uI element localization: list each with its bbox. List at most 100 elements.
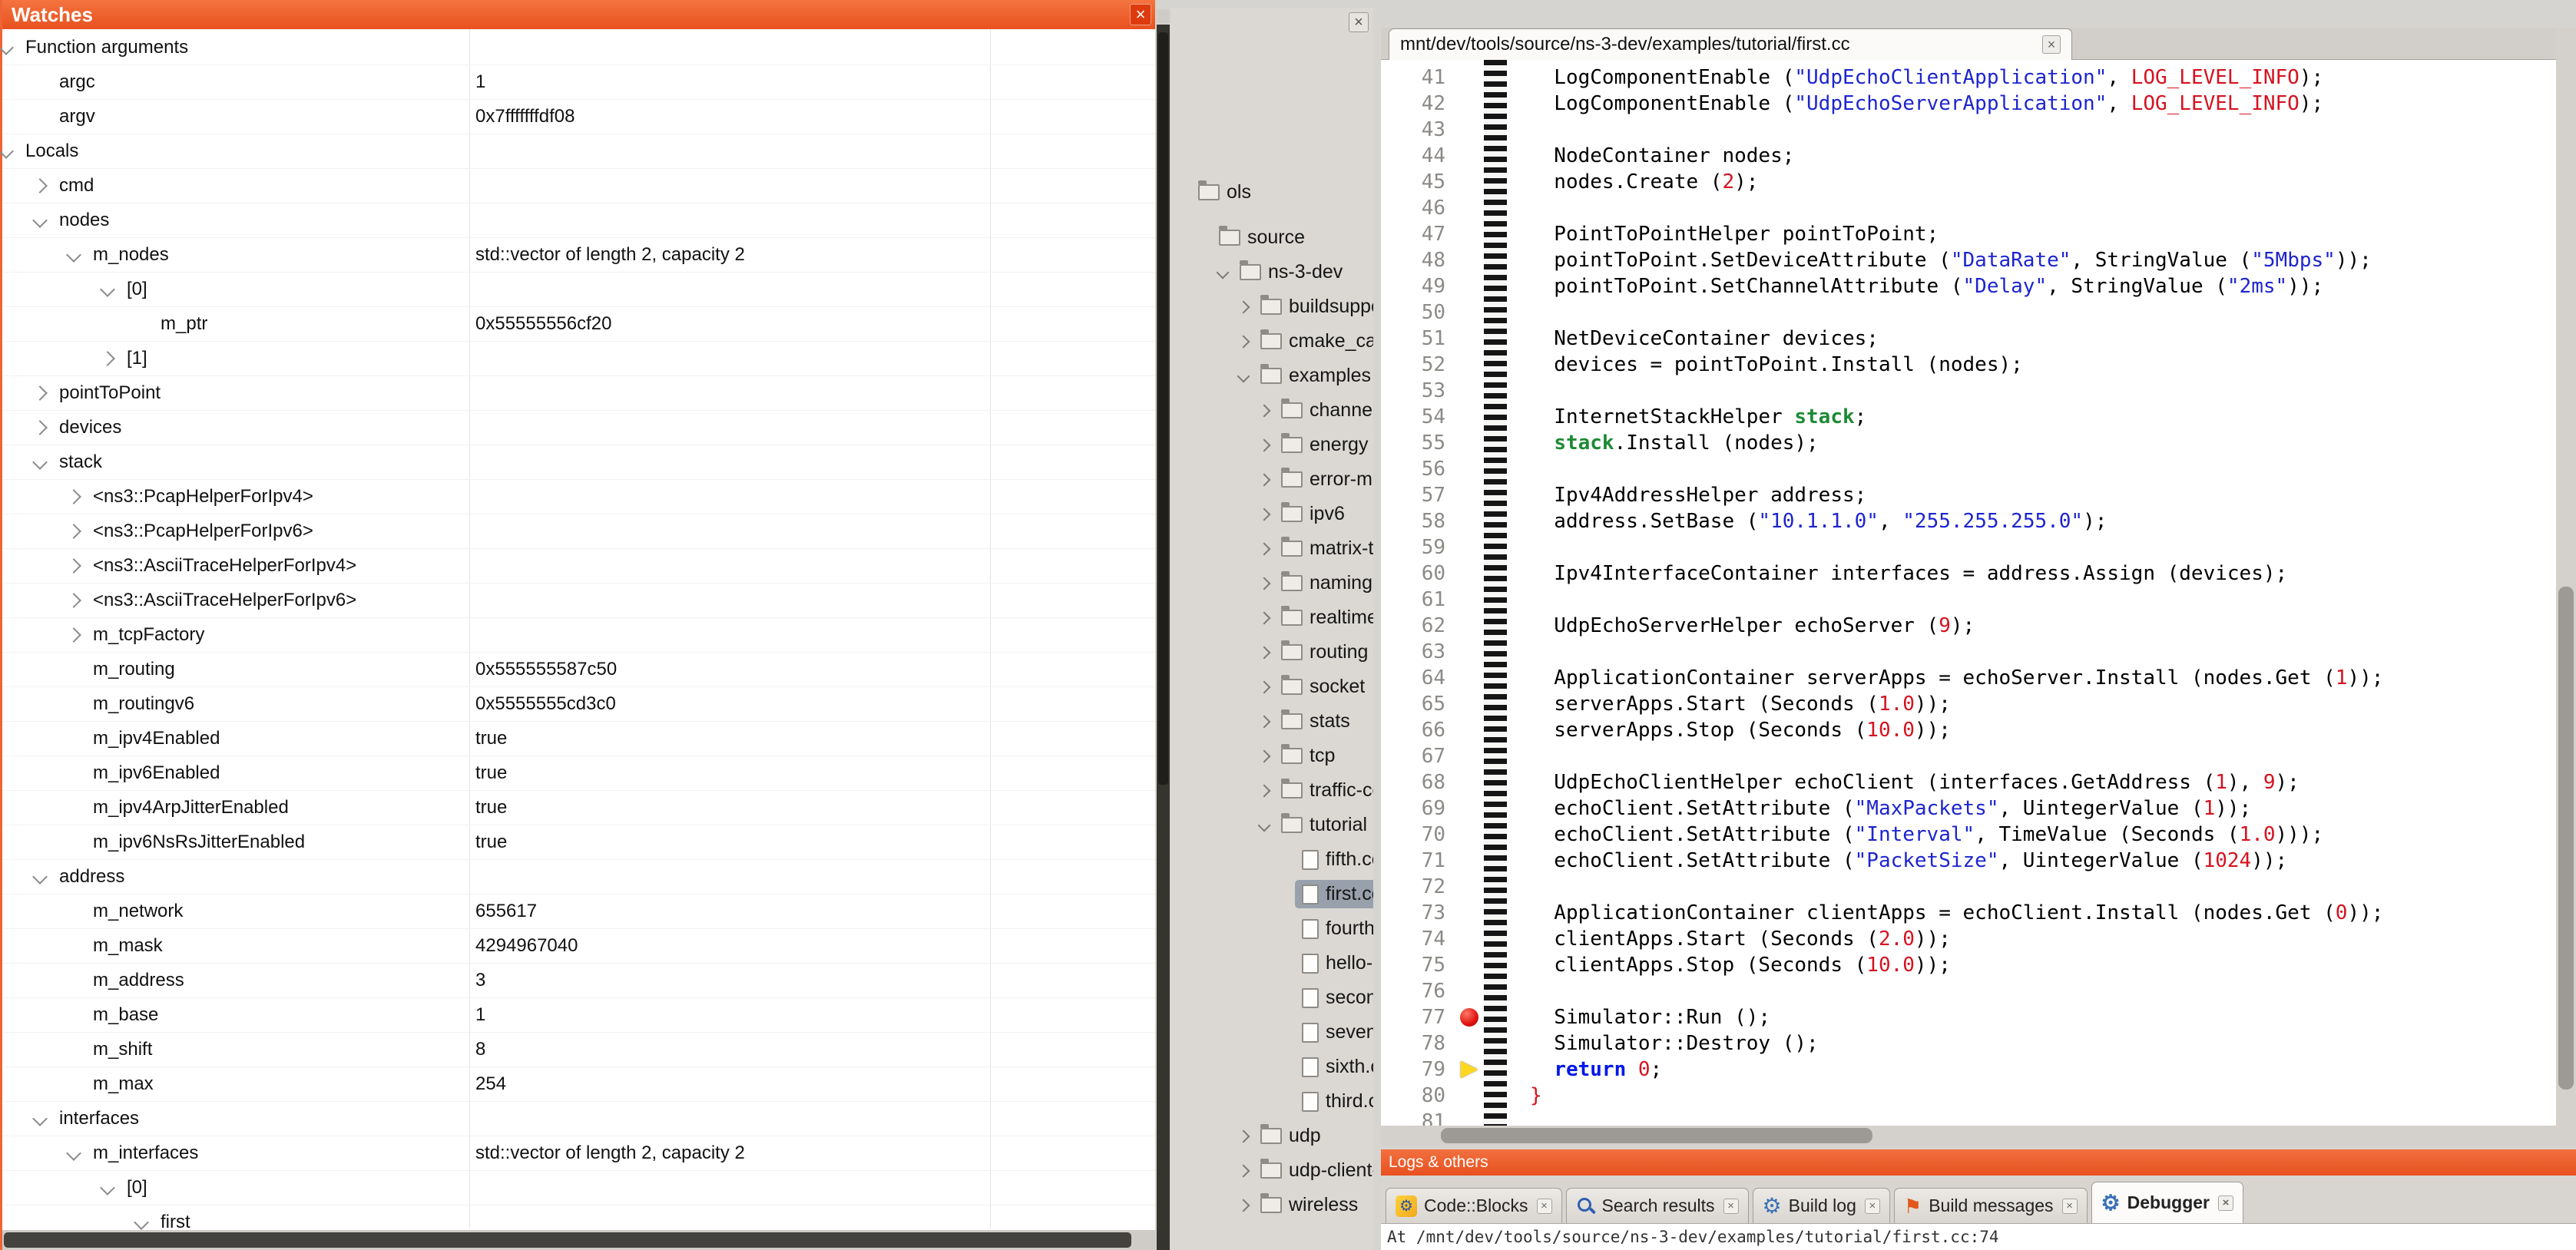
marker-margin[interactable]: [1458, 1083, 1484, 1109]
code-line[interactable]: 73 ApplicationContainer clientApps = ech…: [1381, 900, 2556, 926]
marker-margin[interactable]: [1458, 587, 1484, 613]
tree-item-tcp[interactable]: tcp: [1170, 739, 1373, 773]
marker-margin[interactable]: [1458, 195, 1484, 221]
collapse-icon[interactable]: [1217, 266, 1230, 279]
watch-row[interactable]: m_shift8: [2, 1033, 1155, 1067]
marker-margin[interactable]: [1458, 169, 1484, 195]
tree-item-examples[interactable]: examples: [1170, 359, 1373, 393]
marker-margin[interactable]: [1458, 534, 1484, 561]
watch-row[interactable]: m_base1: [2, 998, 1155, 1033]
line-number[interactable]: 64: [1381, 665, 1458, 691]
marker-margin[interactable]: [1458, 743, 1484, 769]
line-number[interactable]: 81: [1381, 1109, 1458, 1126]
line-number[interactable]: 59: [1381, 534, 1458, 561]
collapse-icon[interactable]: [32, 1111, 48, 1126]
collapse-icon[interactable]: [32, 869, 48, 885]
expand-icon[interactable]: [1258, 405, 1271, 418]
code-text[interactable]: UdpEchoServerHelper echoServer (9);: [1507, 613, 1975, 639]
line-number[interactable]: 69: [1381, 795, 1458, 822]
line-number[interactable]: 74: [1381, 926, 1458, 952]
code-text[interactable]: [1507, 117, 1530, 143]
code-text[interactable]: PointToPointHelper pointToPoint;: [1507, 221, 1939, 247]
code-text[interactable]: Simulator::Destroy ();: [1507, 1030, 1819, 1057]
code-line[interactable]: 53: [1381, 378, 2556, 404]
watch-row[interactable]: [0]: [2, 273, 1155, 307]
expand-icon[interactable]: [66, 524, 81, 539]
code-line[interactable]: 60 Ipv4InterfaceContainer interfaces = a…: [1381, 561, 2556, 587]
expand-icon[interactable]: [66, 627, 81, 643]
close-icon[interactable]: ×: [1865, 1199, 1880, 1214]
line-number[interactable]: 49: [1381, 273, 1458, 299]
close-icon[interactable]: ×: [1349, 12, 1369, 32]
line-number[interactable]: 62: [1381, 613, 1458, 639]
code-text[interactable]: address.SetBase ("10.1.1.0", "255.255.25…: [1507, 508, 2107, 534]
collapse-icon[interactable]: [0, 144, 14, 159]
line-number[interactable]: 71: [1381, 848, 1458, 874]
watch-row[interactable]: nodes: [2, 203, 1155, 238]
tree-item-buildsupport[interactable]: buildsupport: [1170, 289, 1373, 324]
watch-row[interactable]: <ns3::AsciiTraceHelperForIpv6>: [2, 584, 1155, 618]
marker-margin[interactable]: [1458, 221, 1484, 247]
close-icon[interactable]: ×: [2218, 1195, 2233, 1211]
code-text[interactable]: serverApps.Stop (Seconds (10.0));: [1507, 717, 1951, 743]
collapse-icon[interactable]: [32, 455, 48, 470]
log-tab-build-log[interactable]: ⚙Build log×: [1753, 1188, 1890, 1223]
watch-row[interactable]: m_network655617: [2, 895, 1155, 929]
code-line[interactable]: 45 nodes.Create (2);: [1381, 169, 2556, 195]
expand-icon[interactable]: [1258, 681, 1271, 694]
line-number[interactable]: 75: [1381, 952, 1458, 978]
marker-margin[interactable]: [1458, 299, 1484, 326]
code-text[interactable]: clientApps.Stop (Seconds (10.0));: [1507, 952, 1951, 978]
line-number[interactable]: 43: [1381, 117, 1458, 143]
code-line[interactable]: 44 NodeContainer nodes;: [1381, 143, 2556, 169]
marker-margin[interactable]: [1458, 613, 1484, 639]
expand-icon[interactable]: [32, 178, 48, 193]
code-line[interactable]: 66 serverApps.Stop (Seconds (10.0));: [1381, 717, 2556, 743]
line-number[interactable]: 66: [1381, 717, 1458, 743]
marker-margin[interactable]: [1458, 1057, 1484, 1083]
watch-row[interactable]: m_mask4294967040: [2, 929, 1155, 964]
watch-row[interactable]: pointToPoint: [2, 376, 1155, 411]
expand-icon[interactable]: [1258, 716, 1271, 729]
code-text[interactable]: clientApps.Start (Seconds (2.0));: [1507, 926, 1951, 952]
code-text[interactable]: nodes.Create (2);: [1507, 169, 1758, 195]
code-text[interactable]: [1507, 456, 1530, 482]
collapse-icon[interactable]: [66, 247, 81, 263]
watch-row[interactable]: m_ptr0x55555556cf20: [2, 307, 1155, 342]
code-line[interactable]: 58 address.SetBase ("10.1.1.0", "255.255…: [1381, 508, 2556, 534]
line-number[interactable]: 41: [1381, 64, 1458, 91]
code-line[interactable]: 52 devices = pointToPoint.Install (nodes…: [1381, 352, 2556, 378]
line-number[interactable]: 56: [1381, 456, 1458, 482]
scrollbar-thumb[interactable]: [1441, 1128, 1872, 1143]
code-area[interactable]: 41 LogComponentEnable ("UdpEchoClientApp…: [1381, 60, 2556, 1126]
code-text[interactable]: return 0;: [1507, 1057, 1662, 1083]
tree-item-socket[interactable]: socket: [1170, 670, 1373, 704]
tree-item-sixth-cc[interactable]: sixth.cc: [1170, 1050, 1373, 1084]
marker-margin[interactable]: [1458, 273, 1484, 299]
code-text[interactable]: ApplicationContainer serverApps = echoSe…: [1507, 665, 2383, 691]
close-icon[interactable]: ×: [1723, 1199, 1739, 1214]
line-number[interactable]: 44: [1381, 143, 1458, 169]
expand-icon[interactable]: [1258, 508, 1271, 521]
watch-row[interactable]: <ns3::PcapHelperForIpv6>: [2, 514, 1155, 549]
marker-margin[interactable]: [1458, 482, 1484, 508]
tree-item-naming[interactable]: naming: [1170, 566, 1373, 600]
code-line[interactable]: 56: [1381, 456, 2556, 482]
tree-item-energy[interactable]: energy: [1170, 428, 1373, 462]
tree-item-matrix-topol[interactable]: matrix-topol: [1170, 531, 1373, 566]
watch-row[interactable]: stack: [2, 445, 1155, 480]
log-tab-code-blocks[interactable]: ⚙Code::Blocks×: [1386, 1188, 1562, 1223]
line-number[interactable]: 60: [1381, 561, 1458, 587]
marker-margin[interactable]: [1458, 456, 1484, 482]
line-number[interactable]: 47: [1381, 221, 1458, 247]
close-icon[interactable]: ×: [1130, 4, 1151, 25]
code-text[interactable]: pointToPoint.SetChannelAttribute ("Delay…: [1507, 273, 2323, 299]
tree-item-source[interactable]: source: [1170, 220, 1373, 255]
tree-item-third-cc[interactable]: third.cc: [1170, 1084, 1373, 1119]
tree-item-udp[interactable]: udp: [1170, 1119, 1373, 1153]
code-line[interactable]: 62 UdpEchoServerHelper echoServer (9);: [1381, 613, 2556, 639]
line-number[interactable]: 54: [1381, 404, 1458, 430]
code-line[interactable]: 80}: [1381, 1083, 2556, 1109]
watch-row[interactable]: <ns3::AsciiTraceHelperForIpv4>: [2, 549, 1155, 584]
marker-margin[interactable]: [1458, 926, 1484, 952]
